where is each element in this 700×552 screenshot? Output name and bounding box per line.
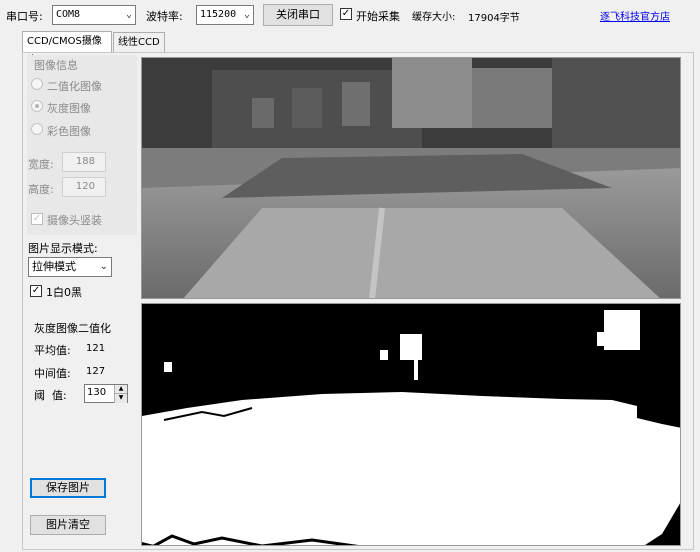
one-white-checkbox[interactable]: ✓ bbox=[30, 285, 42, 297]
threshold-value: 130 bbox=[87, 387, 107, 398]
grayscale-image bbox=[141, 57, 681, 299]
chevron-down-icon: ⌄ bbox=[243, 9, 250, 20]
close-port-button[interactable]: 关闭串口 bbox=[263, 4, 333, 26]
display-mode-select[interactable]: 拉伸模式 ⌄ bbox=[28, 257, 112, 277]
buffer-label: 缓存大小: bbox=[412, 12, 456, 23]
start-capture-checkbox[interactable]: ✓ bbox=[340, 8, 352, 20]
buffer-value: 17904字节 bbox=[468, 13, 520, 24]
tab-linear-ccd[interactable]: 线性CCD bbox=[113, 32, 165, 52]
spin-down-icon[interactable]: ▼ bbox=[114, 393, 127, 403]
height-field[interactable]: 120 bbox=[62, 177, 106, 197]
save-image-button[interactable]: 保存图片 bbox=[30, 478, 106, 498]
binary-image-radio[interactable] bbox=[31, 78, 43, 90]
port-label: 串口号: bbox=[6, 10, 43, 23]
tab-camera[interactable]: CCD/CMOS摄像头 bbox=[22, 31, 112, 66]
baud-label: 波特率: bbox=[146, 10, 183, 23]
start-capture-label: 开始采集 bbox=[356, 10, 400, 23]
gray-image-label: 灰度图像 bbox=[47, 102, 91, 115]
mean-label: 平均值: bbox=[34, 344, 71, 357]
spin-up-icon[interactable]: ▲ bbox=[114, 385, 127, 393]
shop-link[interactable]: 逐飞科技官方店 bbox=[600, 8, 670, 23]
vertical-mount-checkbox[interactable]: ✓ bbox=[31, 213, 43, 225]
binary-image-label: 二值化图像 bbox=[47, 80, 102, 93]
median-value: 127 bbox=[86, 366, 106, 377]
threshold-label: 阈 值: bbox=[34, 389, 67, 402]
width-field[interactable]: 188 bbox=[62, 152, 106, 172]
gray-image-radio[interactable] bbox=[31, 100, 43, 112]
color-image-radio[interactable] bbox=[31, 123, 43, 135]
color-image-label: 彩色图像 bbox=[47, 125, 91, 138]
clear-image-button[interactable]: 图片清空 bbox=[30, 515, 106, 535]
baud-select[interactable]: 115200 ⌄ bbox=[196, 5, 254, 25]
one-white-label: 1白0黑 bbox=[46, 286, 82, 299]
vertical-mount-label: 摄像头竖装 bbox=[47, 214, 102, 227]
binarize-title: 灰度图像二值化 bbox=[34, 322, 111, 335]
display-mode-label: 图片显示模式: bbox=[28, 242, 98, 255]
width-label: 宽度: bbox=[28, 158, 54, 171]
mean-value: 121 bbox=[86, 343, 106, 354]
binarized-image bbox=[141, 303, 681, 546]
median-label: 中间值: bbox=[34, 367, 71, 380]
display-mode-value: 拉伸模式 bbox=[32, 260, 76, 273]
height-label: 高度: bbox=[28, 183, 54, 196]
baud-select-value: 115200 bbox=[200, 9, 237, 20]
chevron-down-icon: ⌄ bbox=[125, 9, 132, 20]
threshold-spinbox[interactable]: 130 ▲ ▼ bbox=[84, 384, 128, 403]
image-info-title: 图像信息 bbox=[34, 59, 78, 72]
port-select-value: COM8 bbox=[56, 9, 81, 20]
port-select[interactable]: COM8 ⌄ bbox=[52, 5, 136, 25]
chevron-down-icon: ⌄ bbox=[99, 261, 108, 272]
